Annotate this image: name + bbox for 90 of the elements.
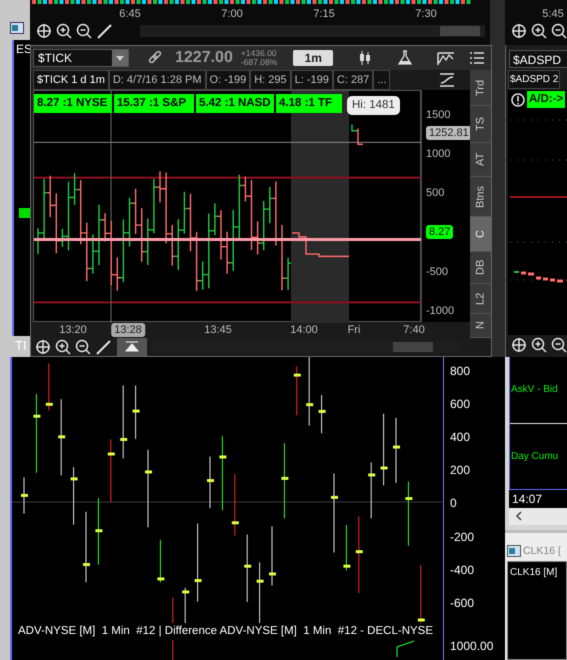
- price-tooltip: Hi: 1481: [347, 96, 400, 116]
- time-label: Fri: [346, 323, 362, 337]
- warning-icon: [511, 93, 525, 107]
- axis-label: 500: [426, 186, 444, 200]
- line-tool-icon[interactable]: [95, 339, 111, 355]
- axis-label: 400: [450, 430, 470, 444]
- ratio-badge: 8.27 :1 NYSE: [34, 94, 112, 113]
- ratio-badge: 5.42 :1 NASD: [196, 94, 274, 113]
- axis-label: 0: [450, 496, 457, 510]
- scroll-left-icon[interactable]: [514, 510, 524, 522]
- time-label: 5:45: [541, 7, 565, 21]
- collapse-button[interactable]: [117, 338, 147, 356]
- info-cell: D: 4/7/16 1:28 PM: [108, 70, 206, 90]
- chart-label: CLK16 [M]: [510, 566, 558, 580]
- window-icon: [10, 22, 24, 34]
- crosshair-icon[interactable]: [36, 23, 52, 39]
- info-cell: $TICK 1 d 1m: [33, 70, 109, 90]
- zoom-out-icon[interactable]: [551, 23, 567, 39]
- percent-change: -687.08%: [240, 58, 278, 67]
- time-label: 7:30: [414, 7, 438, 21]
- scrollbar-thumb[interactable]: [393, 342, 433, 352]
- axis-label: 1000: [426, 147, 450, 161]
- menu-icon[interactable]: [469, 51, 485, 65]
- axis-label: 1500: [426, 108, 450, 122]
- info-cell: ...: [373, 70, 390, 90]
- axis-label: -200: [450, 530, 474, 544]
- time-label: 7:15: [312, 7, 336, 21]
- zoom-out-icon[interactable]: [75, 339, 91, 355]
- ratio-badge: 15.37 :1 S&P: [114, 94, 194, 113]
- crosshair-icon[interactable]: [35, 339, 51, 355]
- axis-label: -500: [426, 265, 448, 279]
- info-cell: O: -199: [206, 70, 250, 90]
- scrollbar[interactable]: [140, 25, 485, 37]
- window-title: CLK16 [: [523, 544, 561, 559]
- zoom-in-icon[interactable]: [531, 23, 547, 39]
- axis-label: -1000: [426, 304, 454, 318]
- side-tab[interactable]: TS: [470, 106, 491, 143]
- time-label: 14:07: [511, 492, 542, 506]
- side-tab[interactable]: Trd: [470, 70, 491, 106]
- ratio-badge: 4.18 :1 TF: [276, 94, 342, 113]
- axis-label: 600: [450, 397, 470, 412]
- scrollbar-thumb[interactable]: [440, 26, 480, 36]
- link-icon[interactable]: [147, 50, 163, 66]
- price-label: 1252.81: [426, 126, 472, 140]
- time-label: 7:00: [220, 7, 244, 21]
- axis-label: -600: [450, 596, 474, 610]
- axis-label: 1000.00: [450, 639, 494, 653]
- study-label: A/D:->: [527, 91, 566, 108]
- axis-label: -400: [450, 562, 474, 577]
- last-price: 1227.00: [175, 48, 233, 68]
- axis-label: 200: [450, 463, 470, 478]
- time-label: 7:40: [402, 323, 426, 337]
- zoom-in-icon[interactable]: [55, 339, 71, 355]
- info-cell: $ADSPD 2: [508, 70, 560, 89]
- caret-icon[interactable]: [112, 50, 128, 66]
- zoom-out-icon[interactable]: [76, 23, 92, 39]
- chart-legend: ADV-NYSE [M] 1 Min #12 | Difference ADV-NYSE [M] 1 Min #12 - DECL-NYSE: [18, 623, 434, 640]
- study-curve-icon[interactable]: [439, 72, 455, 88]
- line-tool-icon[interactable]: [96, 23, 112, 39]
- side-tab[interactable]: C: [470, 217, 491, 252]
- chart-style-icon[interactable]: [437, 50, 456, 66]
- flask-icon[interactable]: [397, 50, 414, 66]
- info-cell: C: 287: [332, 70, 374, 90]
- symbol-dropdown[interactable]: $TICK: [33, 49, 129, 67]
- crosshair-icon[interactable]: [511, 337, 527, 353]
- side-tab[interactable]: Btns: [470, 177, 491, 217]
- side-tab[interactable]: DB: [470, 252, 491, 284]
- side-tab[interactable]: AT: [470, 143, 491, 177]
- zoom-in-icon[interactable]: [56, 23, 72, 39]
- side-tab[interactable]: N: [470, 314, 491, 338]
- price-label: 8.27: [426, 225, 454, 239]
- cursor-time-label: 13:28: [111, 323, 145, 337]
- symbol-field[interactable]: $ADSPD: [509, 50, 567, 68]
- zoom-in-icon[interactable]: [531, 337, 547, 353]
- price-marker-icon: [19, 208, 31, 218]
- axis-label: 800: [450, 364, 470, 378]
- indicator-label: AskV - Bid: [511, 383, 558, 398]
- net-change: +1436.00: [240, 49, 278, 58]
- indicator-label: Day Cumu: [511, 450, 558, 464]
- side-tab[interactable]: L2: [470, 284, 491, 314]
- crosshair-icon[interactable]: [511, 23, 527, 39]
- time-label: 13:45: [203, 323, 233, 337]
- zoom-out-icon[interactable]: [551, 337, 567, 353]
- time-label: 6:45: [118, 7, 142, 21]
- info-cell: H: 295: [250, 70, 291, 90]
- window-icon: [507, 545, 521, 557]
- info-cell: L: -199: [290, 70, 333, 90]
- time-label: 14:00: [289, 323, 319, 337]
- time-label: 13:20: [58, 323, 88, 337]
- aggregation-button[interactable]: 1m: [293, 50, 334, 66]
